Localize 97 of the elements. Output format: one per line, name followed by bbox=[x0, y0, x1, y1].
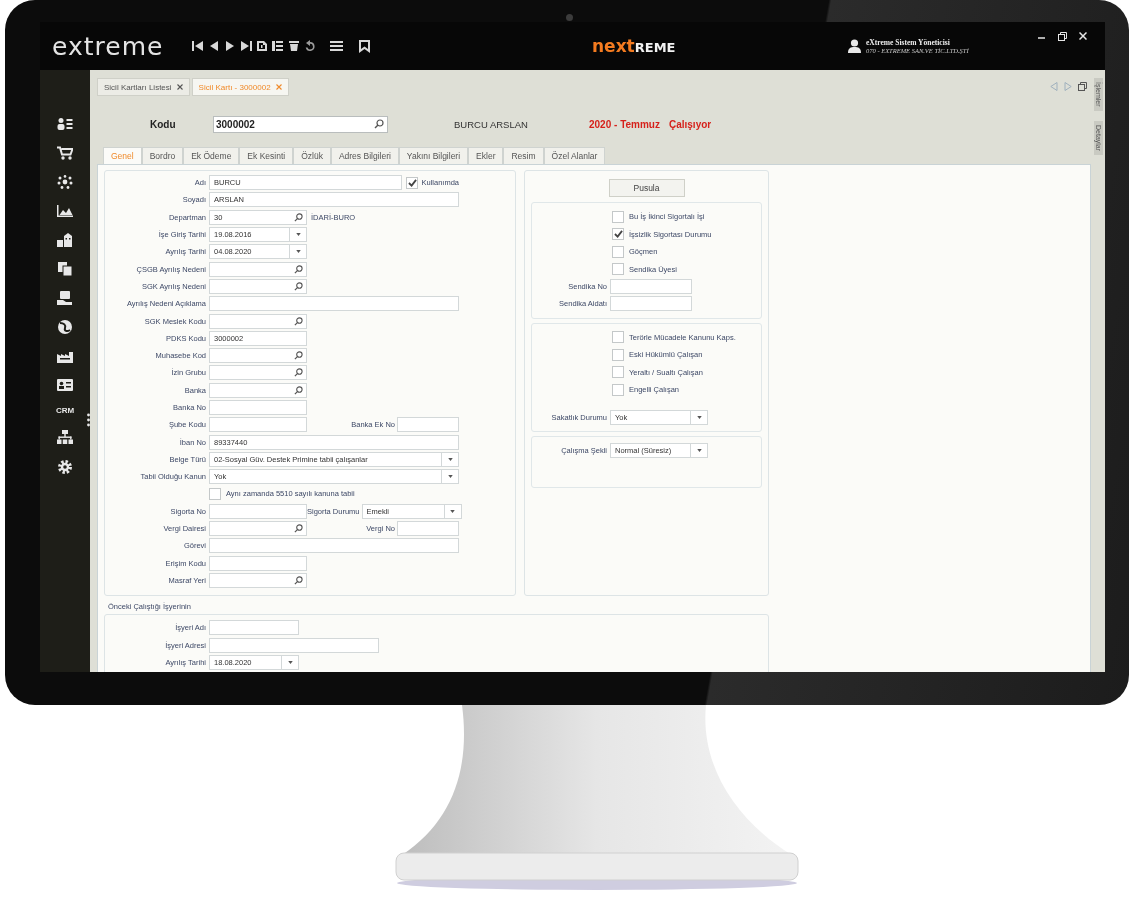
check-icon bbox=[613, 230, 623, 239]
user-icon[interactable] bbox=[848, 39, 861, 53]
search-icon[interactable] bbox=[294, 385, 303, 395]
previous-icon[interactable] bbox=[208, 40, 220, 52]
compass-button[interactable]: Pusula bbox=[608, 179, 685, 197]
code-field[interactable]: 3000002 bbox=[213, 115, 388, 133]
tab[interactable]: Adres Bilgileri bbox=[330, 147, 399, 164]
search-icon[interactable] bbox=[294, 524, 303, 534]
buildings-icon[interactable] bbox=[57, 233, 73, 247]
field-label: Kodu bbox=[150, 118, 177, 130]
caret-icon bbox=[295, 233, 301, 237]
check-icon bbox=[407, 178, 417, 187]
globe-icon[interactable] bbox=[57, 320, 73, 334]
search-icon[interactable] bbox=[374, 119, 384, 129]
tab[interactable]: Resim bbox=[503, 147, 544, 164]
search-icon[interactable] bbox=[294, 368, 303, 378]
window-icon[interactable] bbox=[1078, 82, 1087, 91]
brand-logo: nextREME bbox=[592, 37, 677, 55]
network-icon[interactable] bbox=[57, 175, 73, 189]
text-field[interactable] bbox=[610, 279, 692, 295]
lookup-field[interactable] bbox=[209, 382, 307, 398]
document-tab[interactable]: Sicil Kartları Listesi bbox=[97, 78, 190, 96]
lookup-field[interactable] bbox=[209, 521, 307, 537]
people-list-icon[interactable] bbox=[57, 117, 73, 131]
lookup-field[interactable] bbox=[209, 261, 307, 277]
lookup-field[interactable] bbox=[209, 365, 307, 381]
cart-icon[interactable] bbox=[57, 146, 73, 160]
trash-icon[interactable] bbox=[288, 40, 300, 52]
employee-name: BURCU ARSLAN bbox=[454, 118, 529, 130]
search-icon[interactable] bbox=[294, 316, 303, 326]
skip-last-icon[interactable] bbox=[240, 40, 252, 52]
documents-icon[interactable] bbox=[57, 262, 73, 276]
tab[interactable]: Özlük bbox=[293, 147, 331, 164]
caret-icon bbox=[447, 475, 453, 479]
new-document-icon[interactable] bbox=[256, 40, 268, 52]
skip-first-icon[interactable] bbox=[192, 40, 204, 52]
camera-dot bbox=[566, 14, 573, 21]
text-field[interactable] bbox=[209, 620, 299, 636]
bookmark-icon[interactable] bbox=[359, 39, 370, 53]
caret-icon bbox=[696, 415, 702, 419]
close-icon[interactable] bbox=[176, 84, 183, 90]
text-field[interactable] bbox=[209, 538, 459, 554]
lookup-field[interactable] bbox=[209, 572, 307, 588]
package-icon[interactable] bbox=[57, 291, 73, 305]
checkbox[interactable] bbox=[612, 210, 624, 223]
status-text: Çalışıyor bbox=[668, 118, 712, 130]
checkbox[interactable] bbox=[612, 348, 624, 361]
tab[interactable]: Ek Ödeme bbox=[183, 147, 240, 164]
chart-icon[interactable] bbox=[57, 204, 73, 218]
caret-icon bbox=[295, 250, 301, 254]
app-logo: extreme bbox=[52, 33, 165, 59]
checkbox[interactable] bbox=[612, 366, 624, 379]
text-field[interactable] bbox=[397, 521, 459, 537]
next-icon[interactable] bbox=[224, 40, 236, 52]
more-icon[interactable] bbox=[87, 413, 90, 427]
undo-icon[interactable] bbox=[304, 40, 316, 52]
text-field[interactable] bbox=[610, 296, 692, 312]
search-icon[interactable] bbox=[294, 351, 303, 361]
checkbox[interactable] bbox=[612, 383, 624, 396]
lookup-field[interactable] bbox=[209, 313, 307, 329]
text-field[interactable] bbox=[209, 400, 307, 415]
checkbox[interactable] bbox=[612, 245, 624, 258]
factory-icon[interactable] bbox=[57, 349, 73, 363]
tab[interactable]: Ek Kesinti bbox=[239, 147, 294, 164]
tab[interactable]: Özel Alanlar bbox=[543, 147, 606, 164]
text-field[interactable] bbox=[209, 503, 307, 519]
text-field[interactable] bbox=[209, 637, 379, 653]
caret-icon bbox=[696, 449, 702, 453]
gear-icon[interactable] bbox=[57, 459, 73, 475]
search-icon[interactable] bbox=[294, 212, 303, 222]
checkbox[interactable] bbox=[406, 176, 419, 189]
caret-icon bbox=[447, 457, 453, 461]
tab[interactable]: Bordro bbox=[141, 147, 184, 164]
text-field[interactable] bbox=[209, 296, 459, 312]
crm-link[interactable]: CRM bbox=[55, 407, 75, 415]
checkbox[interactable] bbox=[612, 331, 624, 344]
document-list-icon[interactable] bbox=[272, 40, 284, 52]
lookup-field[interactable] bbox=[209, 348, 307, 364]
caret-icon bbox=[287, 660, 293, 664]
caret-icon bbox=[450, 509, 456, 513]
checkbox[interactable] bbox=[209, 488, 221, 500]
period-text: 2020 - Temmuz bbox=[589, 118, 660, 130]
hierarchy-icon[interactable] bbox=[57, 430, 73, 444]
text-field[interactable] bbox=[397, 417, 459, 433]
checkbox[interactable] bbox=[612, 228, 624, 241]
checkbox[interactable] bbox=[612, 263, 624, 276]
search-icon[interactable] bbox=[294, 264, 303, 274]
tab[interactable]: Yakını Bilgileri bbox=[398, 147, 469, 164]
text-field[interactable] bbox=[209, 555, 307, 571]
tab[interactable]: Ekler bbox=[468, 147, 504, 164]
restore-icon[interactable] bbox=[1058, 32, 1067, 41]
menu-icon[interactable] bbox=[330, 40, 343, 52]
lookup-field[interactable] bbox=[209, 278, 307, 294]
text-field[interactable] bbox=[209, 417, 307, 433]
search-icon[interactable] bbox=[294, 281, 303, 291]
search-icon[interactable] bbox=[294, 575, 303, 585]
id-card-icon[interactable] bbox=[57, 378, 73, 392]
